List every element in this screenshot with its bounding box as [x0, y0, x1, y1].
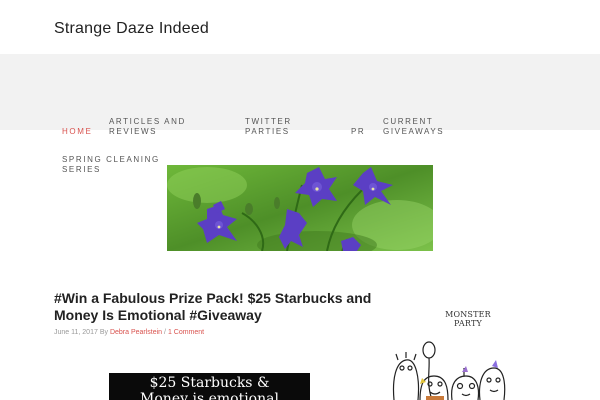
post-by: By — [99, 329, 108, 336]
nav-item-spring-cleaning-series[interactable]: SPRING CLEANING SERIES — [62, 155, 160, 175]
nav-item-label: GIVEAWAYS — [383, 127, 445, 136]
post-date: June 11, 2017 — [54, 329, 98, 336]
post-featured-image[interactable]: $25 Starbucks & Money is emotional — [109, 373, 310, 400]
nav-item-current-giveaways[interactable]: CURRENT GIVEAWAYS — [383, 117, 444, 137]
post-title[interactable]: #Win a Fabulous Prize Pack! $25 Starbuck… — [54, 290, 384, 324]
nav-item-articles-and-reviews[interactable]: ARTICLES AND REVIEWS — [109, 117, 186, 137]
nav-item-label: CURRENT — [383, 117, 434, 126]
post-meta-separator: / — [164, 329, 166, 336]
nav-item-pr[interactable]: PR — [351, 127, 365, 137]
nav-item-label: ARTICLES AND — [109, 117, 186, 126]
monster-party-illustration — [392, 341, 506, 400]
post-author-link[interactable]: Debra Pearlstein — [110, 329, 162, 336]
nav-item-twitter-parties[interactable]: TWITTER PARTIES — [245, 117, 292, 137]
site-title[interactable]: Strange Daze Indeed — [54, 20, 209, 38]
post-meta: June 11, 2017 By Debra Pearlstein / 1 Co… — [54, 329, 204, 336]
header-banner-image[interactable] — [167, 165, 433, 251]
nav-item-label: PARTIES — [245, 127, 290, 136]
nav-item-label: SERIES — [62, 165, 101, 174]
nav-item-label: REVIEWS — [109, 127, 158, 136]
bellflower-banner-illustration — [167, 165, 433, 251]
nav-item-home[interactable]: HOME — [62, 127, 92, 137]
post-image-caption-line2: Money is emotional — [140, 391, 279, 400]
post-comments-link[interactable]: 1 Comment — [168, 329, 204, 336]
nav-item-label: TWITTER — [245, 117, 292, 126]
sidebar-widget-title: MONSTER PARTY — [445, 310, 491, 328]
nav-item-label: SPRING CLEANING — [62, 155, 160, 164]
monster-party-image[interactable] — [386, 338, 506, 400]
post-image-caption-line1: $25 Starbucks & — [149, 375, 270, 391]
main-nav: HOME ARTICLES AND REVIEWS TWITTER PARTIE… — [0, 54, 600, 174]
